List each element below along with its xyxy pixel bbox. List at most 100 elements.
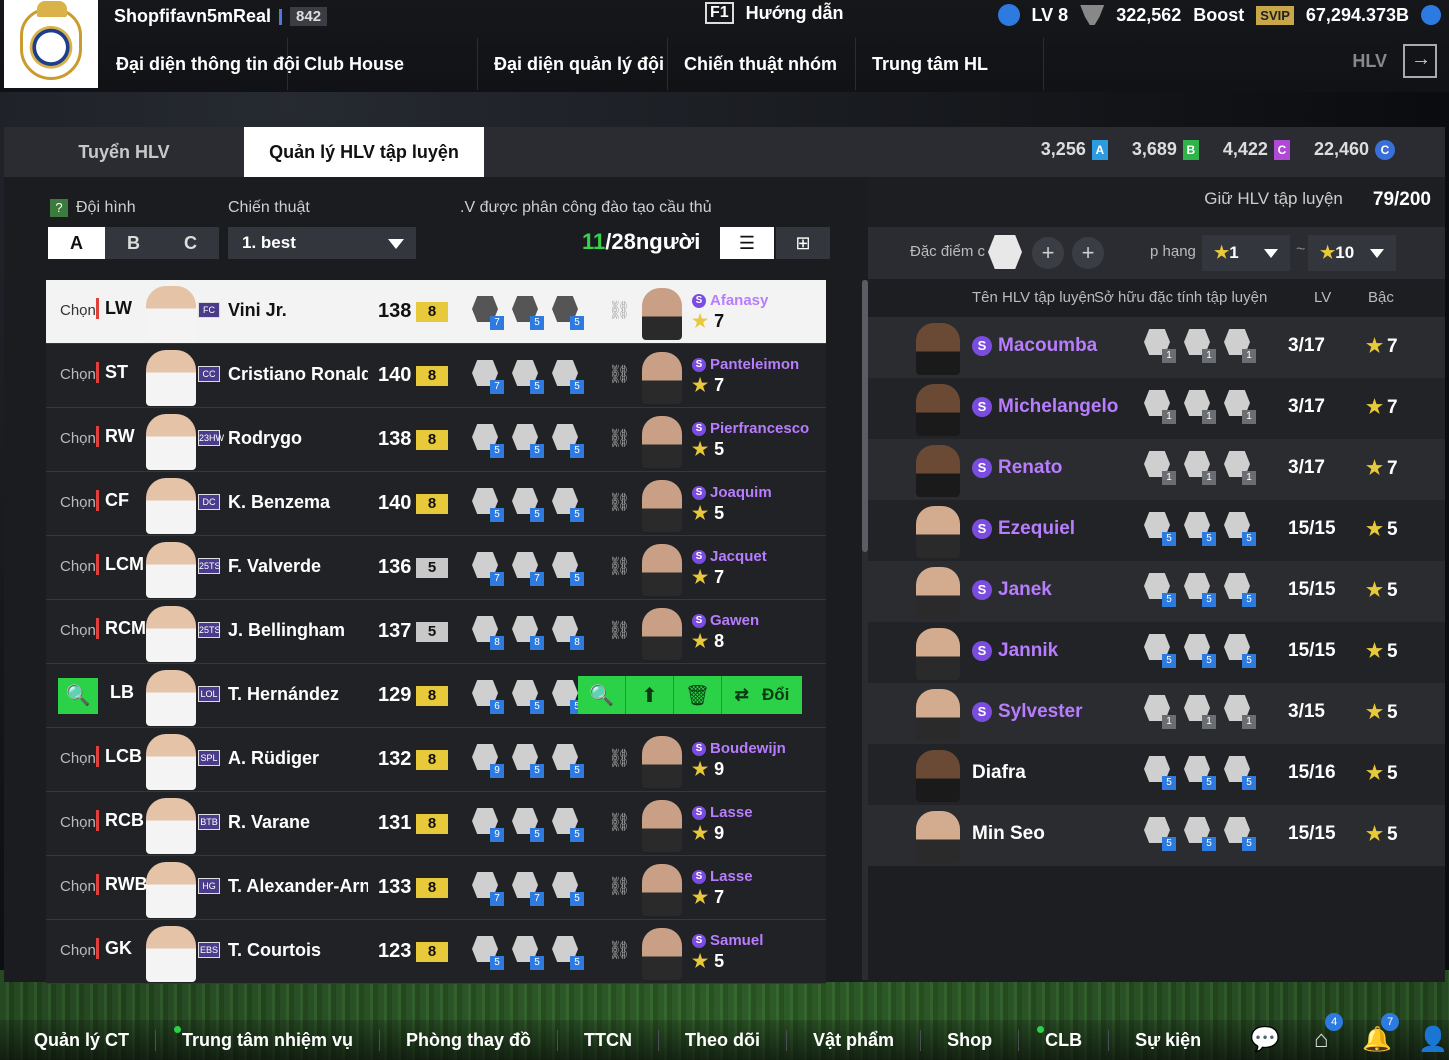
nav-club-house[interactable]: Club House — [288, 38, 478, 90]
coach-avatar — [642, 736, 682, 788]
club-logo[interactable] — [4, 0, 98, 88]
assigned-coach[interactable]: S Pierfrancesco ★ 5 — [692, 420, 809, 460]
search-icon[interactable]: 🔍 — [58, 678, 98, 714]
player-row[interactable]: Chọn RCB BTB R. Varane 131 8 9 5 5 ⛓ S Lasse ★ 9 — [46, 792, 826, 856]
assigned-coach[interactable]: S Samuel ★ 5 — [692, 932, 763, 972]
player-row[interactable]: Chọn LW FC Vini Jr. 138 8 7 5 5 ⛓ S Afanasy ★ 7 — [46, 280, 826, 344]
player-row[interactable]: Chọn CF DC K. Benzema 140 8 5 5 5 ⛓ S Joaquim ★ 5 — [46, 472, 826, 536]
search-icon[interactable]: 🔍 — [578, 676, 626, 714]
assigned-coach[interactable]: S Boudewijn ★ 9 — [692, 740, 786, 780]
upgrade-arrow-icon[interactable]: ⬆ — [626, 676, 674, 714]
exit-icon[interactable] — [1403, 44, 1437, 78]
tab-recruit-coach[interactable]: Tuyển HLV — [4, 127, 244, 177]
player-name: T. Alexander-Arnold — [228, 876, 368, 896]
nav-shop[interactable]: Shop — [921, 1029, 1020, 1051]
player-row[interactable]: Chọn ST CC Cristiano Ronaldo 140 8 7 5 5 ⛓ S Pante… — [46, 344, 826, 408]
header-traits: Sở hữu đặc tính tập luyện — [1094, 289, 1268, 306]
formation-a[interactable]: A — [48, 227, 105, 259]
select-label[interactable]: Chọn — [60, 430, 96, 447]
assigned-coach[interactable]: S Lasse ★ 7 — [692, 868, 753, 908]
guide-button[interactable]: F1 Hướng dẫn — [705, 2, 844, 24]
nav-group-tactics[interactable]: Chiến thuật nhóm — [668, 38, 856, 90]
assigned-coach[interactable]: S Gawen ★ 8 — [692, 612, 759, 652]
formation-c[interactable]: C — [162, 227, 219, 259]
view-toggle: ☰ ⊞ — [720, 227, 830, 259]
assigned-coach[interactable]: S Afanasy ★ 7 — [692, 292, 768, 332]
player-row[interactable]: Chọn RCM 25TS J. Bellingham 137 5 8 8 8 ⛓ S Gawen … — [46, 600, 826, 664]
coach-row[interactable]: S Janek 5 5 5 15/15 ★ 5 — [868, 561, 1445, 622]
player-row[interactable]: Chọn GK EBS T. Courtois 123 8 5 5 5 ⛓ S Samuel ★ 5 — [46, 920, 826, 984]
nav-locker-room[interactable]: Phòng thay đồ — [380, 1029, 559, 1051]
select-label[interactable]: Chọn — [60, 814, 96, 831]
nav-manage-ct[interactable]: Quản lý CT — [0, 1029, 157, 1051]
skill-level: 5 — [530, 956, 544, 970]
player-avatar — [146, 798, 196, 854]
select-label[interactable]: Chọn — [60, 622, 96, 639]
select-label[interactable]: Chọn — [60, 302, 96, 319]
coach-row[interactable]: S Michelangelo 1 1 1 3/17 ★ 7 — [868, 378, 1445, 439]
coach-row[interactable]: S Ezequiel 5 5 5 15/15 ★ 5 — [868, 500, 1445, 561]
nav-training-center[interactable]: Trung tâm HL — [856, 38, 1044, 90]
help-icon[interactable]: ? — [50, 199, 68, 217]
coach-row[interactable]: Min Seo 5 5 5 15/15 ★ 5 — [868, 805, 1445, 866]
position: RWB — [96, 874, 148, 895]
nav-events[interactable]: Sự kiện — [1109, 1030, 1227, 1051]
add-trait-icon[interactable]: + — [1032, 237, 1064, 269]
assigned-coach[interactable]: S Jacquet ★ 7 — [692, 548, 767, 588]
bell-icon[interactable]: 🔔 7 — [1361, 1013, 1400, 1055]
select-label[interactable]: Chọn — [60, 942, 96, 959]
select-label[interactable]: Chọn — [60, 878, 96, 895]
coach-menu[interactable]: HLV — [1352, 44, 1437, 78]
coach-row[interactable]: S Sylvester 1 1 1 3/15 ★ 5 — [868, 683, 1445, 744]
coach-row[interactable]: Diafra 5 5 5 15/16 ★ 5 — [868, 744, 1445, 805]
assigned-coach[interactable]: S Lasse ★ 9 — [692, 804, 753, 844]
add-trait-icon-2[interactable]: + — [1072, 237, 1104, 269]
nav-follow[interactable]: Theo dõi — [659, 1029, 788, 1051]
tab-manage-training-coach[interactable]: Quản lý HLV tập luyện — [244, 127, 484, 177]
assigned-coach[interactable]: S Panteleimon ★ 7 — [692, 356, 799, 396]
coins: 67,294.373B — [1305, 4, 1409, 25]
nav-club[interactable]: CLB — [1019, 1025, 1110, 1051]
trait-filter-icon[interactable] — [988, 235, 1022, 269]
top-bar: Shopfifavn5mReal 842 F1 Hướng dẫn LV 8 3… — [0, 0, 1449, 92]
season-badge: EBS — [198, 942, 220, 958]
nav-team-manager[interactable]: Đại diện quản lý đội — [478, 38, 668, 90]
player-row[interactable]: Chọn RW 23HW Rodrygo 138 8 5 5 5 ⛓ S Pierfrancesco… — [46, 408, 826, 472]
list-view-icon[interactable]: ☰ — [720, 227, 774, 259]
select-label[interactable]: Chọn — [60, 366, 96, 383]
position: LCB — [96, 746, 142, 767]
training-skill-icon: 7 — [472, 360, 504, 394]
coach-avatar — [916, 811, 960, 863]
home-icon[interactable]: ⌂ 4 — [1305, 1013, 1344, 1055]
coach-row[interactable]: S Renato 1 1 1 3/17 ★ 7 — [868, 439, 1445, 500]
select-label[interactable]: Chọn — [60, 750, 96, 767]
formation-b[interactable]: B — [105, 227, 162, 259]
swap-button[interactable]: ⇄ Đổi — [722, 676, 802, 714]
nav-team-info[interactable]: Đại diện thông tin đội — [100, 38, 300, 90]
tactic-dropdown[interactable]: 1. best — [228, 227, 416, 259]
coach-avatar — [916, 506, 960, 558]
nav-mission-center[interactable]: Trung tâm nhiệm vụ — [156, 1025, 381, 1051]
chat-icon[interactable]: 💬 — [1249, 1025, 1281, 1055]
select-label[interactable]: Chọn — [60, 494, 96, 511]
assigned-coach[interactable]: S Joaquim ★ 5 — [692, 484, 772, 524]
player-row[interactable]: ChọnRWB HG T. Alexander-Arnold 1338 7 7 5 ⛓ S La… — [46, 856, 826, 920]
player-row[interactable]: Chọn LCB SPL A. Rüdiger 132 8 9 5 5 ⛓ S Boudewijn … — [46, 728, 826, 792]
trash-icon[interactable]: 🗑 — [674, 676, 722, 714]
coach-row[interactable]: S Macoumba 1 1 1 3/17 ★ 7 — [868, 317, 1445, 378]
select-label[interactable]: Chọn — [60, 558, 96, 575]
skill-level: 5 — [530, 444, 544, 458]
nav-ttcn[interactable]: TTCN — [558, 1029, 660, 1051]
player-row[interactable]: Chọn LCM 25TS F. Valverde 136 5 7 7 5 ⛓ S Jacquet … — [46, 536, 826, 600]
field-view-icon[interactable]: ⊞ — [776, 227, 830, 259]
nav-items[interactable]: Vật phẩm — [787, 1029, 922, 1051]
profile-icon[interactable]: 👤 — [1417, 1025, 1449, 1055]
player-row[interactable]: 🔍 LB LOL T. Hernández 129 8 6 5 5 🔍 ⬆ 🗑 ⇄ Đổi — [46, 664, 826, 728]
coach-rank: ★ 5 — [1366, 762, 1398, 785]
skill-level: 5 — [570, 380, 584, 394]
rank-to-select[interactable]: ★10 — [1308, 235, 1396, 271]
special-coach-icon: S — [692, 293, 706, 308]
coach-row[interactable]: S Jannik 5 5 5 15/15 ★ 5 — [868, 622, 1445, 683]
coach-name: Afanasy — [710, 292, 769, 309]
rank-from-select[interactable]: ★1 — [1202, 235, 1290, 271]
